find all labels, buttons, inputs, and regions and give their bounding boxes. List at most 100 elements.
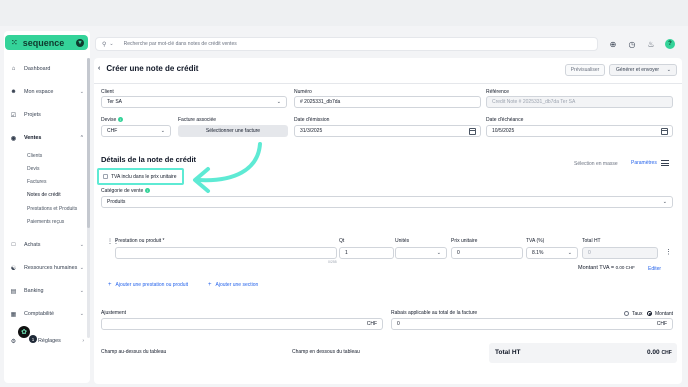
details-section-title: Détails de la note de crédit (101, 155, 197, 164)
calendar-icon[interactable] (469, 127, 476, 135)
champ-dessus-label: Champ au-dessus du tableau (101, 349, 167, 355)
sidebar-scrollbar-thumb[interactable] (87, 58, 90, 228)
sidebar-item-mon-espace[interactable]: ☻ Mon espace ⌄ (10, 87, 84, 97)
sidebar-subitem-factures[interactable]: Factures (27, 179, 46, 185)
generate-send-button[interactable]: Générer et envoyer ⌄ (609, 64, 677, 76)
montant-radio[interactable] (647, 311, 652, 316)
chevron-down-icon: ⌄ (160, 128, 165, 134)
add-icon[interactable]: ⊕ (608, 39, 618, 49)
col-qt: Qt (339, 238, 345, 244)
emission-date-field[interactable]: 31/3/2025 (294, 125, 481, 137)
char-counter: 0/255 (328, 260, 337, 264)
chevron-down-icon[interactable]: ⌄ (667, 67, 671, 73)
prestation-input[interactable] (115, 247, 337, 259)
numero-label: Numéro (294, 89, 312, 95)
clipboard-icon: □ (11, 242, 16, 248)
parameters-label: Paramètres (631, 160, 657, 166)
reference-field[interactable]: Credit Note # 2025331_db7da Ter SA (486, 96, 673, 108)
add-prestation-button[interactable]: + Ajouter une prestation ou produit (108, 282, 188, 288)
calendar-icon[interactable] (661, 127, 668, 135)
add-section-label: Ajouter une section (215, 282, 259, 288)
select-invoice-button[interactable]: Sélectionner une facture (178, 125, 288, 137)
montant-label[interactable]: Montant (655, 311, 673, 317)
sidebar-item-achats[interactable]: □ Achats ⌄ (10, 240, 84, 250)
add-section-button[interactable]: + Ajouter une section (208, 282, 258, 288)
taux-radio[interactable] (624, 311, 629, 316)
sidebar-subitem-clients[interactable]: Clients (27, 153, 42, 159)
chevron-down-icon: ⌄ (567, 250, 572, 256)
tva-included-checkbox[interactable] (103, 174, 108, 179)
bell-icon[interactable]: ♨ (646, 39, 656, 49)
bulk-selection-link[interactable]: Sélection en masse (574, 161, 618, 167)
edit-tva-link[interactable]: Editer (648, 266, 661, 272)
info-icon[interactable]: i (118, 117, 124, 123)
echeance-label: Date d'échéance (486, 117, 524, 123)
rabais-input[interactable]: 0 CHF (391, 318, 673, 330)
chevron-up-icon: ⌃ (79, 135, 84, 141)
sidebar-subitem-devis[interactable]: Devis (27, 166, 40, 172)
sidebar-item-label: Banking (24, 288, 44, 294)
sidebar-item-banking[interactable]: ▤ Banking ⌄ (10, 286, 84, 296)
chevron-down-icon: ⌄ (79, 242, 84, 248)
app-logo[interactable]: ⁙ sequence ▾ (5, 35, 88, 50)
sidebar-item-label: Ventes (24, 135, 42, 141)
numero-field[interactable]: # 2025331_db7da (294, 96, 481, 108)
sidebar-item-rh[interactable]: ☯ Ressources humaines ⌄ (10, 263, 84, 273)
rabais-label: Rabais applicable au total de la facture (391, 310, 478, 316)
tva-select[interactable]: 8.1% ⌄ (526, 247, 578, 259)
col-prestation: Prestation ou produit * (115, 238, 165, 244)
page-title-text: Créer une note de crédit (106, 64, 199, 73)
prix-input[interactable]: 0 (451, 247, 523, 259)
clock-icon[interactable]: ◷ (627, 39, 637, 49)
sidebar-subitem-paiements[interactable]: Paiements reçus (27, 219, 64, 225)
reference-label: Référence (486, 89, 510, 95)
col-unites: Unités (395, 238, 410, 244)
tva-included-label[interactable]: TVA inclu dans le prix unitaire (111, 174, 177, 180)
info-icon[interactable]: i (145, 188, 151, 194)
avatar[interactable]: ✿ (18, 326, 30, 338)
total-ht-field: 0 (582, 247, 658, 259)
client-value: Ter SA (107, 99, 123, 105)
back-arrow-icon[interactable]: ‹ (98, 65, 100, 72)
ajustement-currency: CHF (366, 321, 377, 327)
chevron-down-icon: ⌄ (436, 250, 441, 256)
echeance-date-field[interactable]: 10/5/2025 (486, 125, 673, 137)
drag-handle-icon[interactable]: ⋮⋮ (107, 238, 119, 245)
sidebar-item-ventes[interactable]: ◉ Ventes ⌃ (10, 133, 84, 143)
qt-input[interactable]: 1 (339, 247, 394, 259)
chevron-down-icon[interactable]: ⌄ (109, 41, 113, 47)
categorie-value: Produits (107, 199, 126, 205)
plus-icon: + (208, 282, 212, 288)
sidebar-item-label: Projets (24, 112, 41, 118)
search-icon: ⚲ (102, 41, 107, 48)
sidebar-subitem-notes-credit[interactable]: Notes de crédit (27, 192, 61, 198)
numero-value: # 2025331_db7da (300, 99, 341, 105)
ajustement-input[interactable]: CHF (101, 318, 383, 330)
help-icon[interactable]: ? (665, 39, 675, 49)
taux-label[interactable]: Taux (632, 311, 643, 317)
echeance-value: 10/5/2025 (492, 128, 515, 134)
sidebar-item-projets[interactable]: ☑ Projets (10, 110, 84, 120)
parameters-button[interactable]: Paramètres (631, 160, 669, 166)
more-options-icon[interactable]: ⋮ (665, 248, 672, 256)
chevron-down-icon: ⌄ (79, 288, 84, 294)
sidebar-item-label: Ressources humaines (24, 265, 78, 271)
search-input[interactable]: ⚲ ⌄ Recherche par mot-clé dans notes de … (95, 37, 598, 51)
sidebar-item-label: Dashboard (24, 66, 51, 72)
sidebar-item-comptabilite[interactable]: ▦ Comptabilité ⌄ (10, 309, 84, 319)
unites-select[interactable]: ⌄ (395, 247, 447, 259)
sidebar-subitem-prestations[interactable]: Prestations et Produits (27, 206, 77, 212)
categorie-select[interactable]: Produits ⌄ (101, 196, 673, 208)
app-name: sequence (22, 37, 65, 48)
chevron-down-icon: ⌄ (79, 265, 84, 271)
client-select[interactable]: Ter SA ⌄ (101, 96, 287, 108)
sidebar-item-label: Réglages (38, 338, 61, 344)
divider (94, 83, 682, 84)
chevron-down-icon[interactable]: ▾ (76, 38, 84, 47)
preview-button[interactable]: Prévisualiser (565, 64, 605, 76)
devise-select[interactable]: CHF ⌄ (101, 125, 171, 137)
col-tva: TVA (%) (526, 238, 545, 244)
sidebar-item-dashboard[interactable]: ⌂ Dashboard (10, 64, 84, 74)
chevron-right-icon: › (82, 338, 84, 344)
assistant-launcher[interactable]: ✿ 1 (12, 326, 37, 343)
